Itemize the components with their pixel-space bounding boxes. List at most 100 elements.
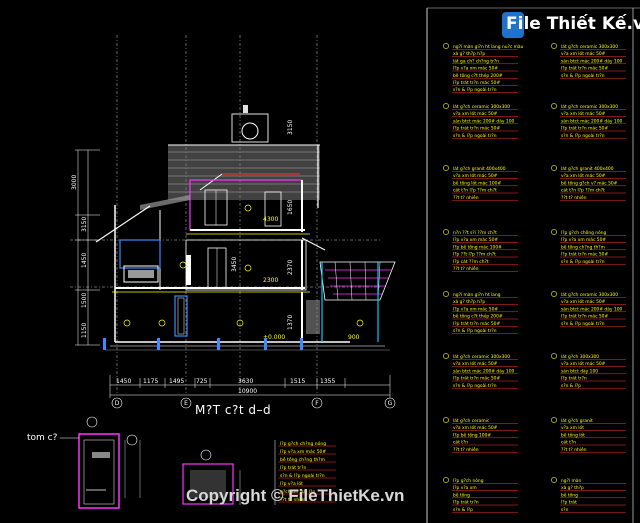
note-line: v?a xm lót mác 50# (561, 360, 606, 367)
note-line: bê tông lót mác 100# (453, 179, 501, 186)
note-line: s?n & l?p ngoài tr?n (453, 132, 497, 139)
dim-vertical: 2370 (287, 260, 294, 275)
note-line: bê tông c?t thép 200# (453, 313, 503, 320)
dim-horizontal: 1515 (290, 378, 305, 385)
note-line: sàn btct dày 100 (561, 367, 598, 374)
note-line: sàn btct mác 200# dày 100 (561, 117, 622, 124)
note-line: lát g?ch granit (561, 417, 593, 424)
note-line: lát g?ch granit 400x400 (453, 165, 506, 172)
note-line: ??t t? nhiên (453, 265, 479, 272)
note-line: v?a xm lót mác 50# (453, 424, 498, 431)
note-line: cát t?n l?p ??m ch?t (453, 187, 497, 194)
note-line: v?a xm lót mác 50# (561, 298, 606, 305)
note-bullet (551, 477, 557, 483)
note-line: sàn btct mác 200# dày 100 (453, 367, 514, 374)
note-bullet (443, 477, 449, 483)
dim-horizontal: 3630 (238, 378, 253, 385)
note-line: ng?i màn (561, 477, 581, 484)
ground-floor (105, 292, 390, 351)
dim-vertical: 3150 (287, 120, 294, 135)
note-bullet (443, 165, 449, 171)
detail-label: tom c? (27, 433, 58, 443)
note-line: l?p cát ??m ch?t (453, 258, 489, 265)
note-line: l?p trát tr?n mác 50# (561, 251, 608, 258)
bottom-note-line: l?p trát tr?n (280, 464, 306, 471)
dim-vertical: 1650 (287, 200, 294, 215)
left-dimensions (75, 149, 100, 346)
note-line: v?a xm lót mác 50# (561, 110, 606, 117)
section-title: M?T c?t d–d (195, 403, 272, 417)
note-line: l?p trát tr?n mác 50# (453, 79, 500, 86)
note-line: cát t?n (561, 439, 576, 446)
dim-vertical: 3450 (231, 257, 238, 272)
note-bullet (551, 229, 557, 235)
note-bullet (443, 417, 449, 423)
note-line: l?p v?a xm (453, 485, 477, 491)
note-line: bê tông lót (561, 431, 585, 438)
pergola (319, 261, 396, 342)
dim-vertical: 1370 (287, 315, 294, 330)
note-line: l?p trát tr?n mác 50# (561, 65, 608, 72)
note-line: sàn btct mác 200# dày 100 (453, 117, 514, 124)
note-line: l?p trát tr?n mác 50# (453, 125, 500, 132)
bottom-note-line: bê tông ch?ng th?m (280, 456, 325, 463)
dim-horizontal: 725 (196, 378, 208, 385)
note-line: ??t t? nhiên (453, 446, 479, 453)
note-line: s?n & l?p ngoài tr?n (561, 132, 605, 139)
note-line: l?p ??t l?p ??m ch?t (453, 252, 496, 258)
note-line: lát g?ch ceramic 300x300 (561, 103, 618, 110)
note-line: sàn btct mác 200# dày 100 (561, 57, 622, 64)
note-line: l?p bê tông 100# (453, 431, 491, 438)
note-line: lát g?ch ceramic 300x300 (561, 43, 618, 50)
note-line: s?n & l?p ngoài tr?n (453, 382, 497, 389)
note-line: v?a xm lót mác 50# (453, 110, 498, 117)
bottom-note-line: l?p g?ch ch?ng nóng (280, 440, 326, 447)
note-line: n?n ??t s?i ??m ch?t (453, 230, 497, 236)
note-line: s?n & l?p ngoài tr?n (561, 258, 605, 265)
dim-vertical: 1450 (81, 253, 88, 268)
dim-horizontal: 1355 (320, 378, 335, 385)
note-line: xà g? th?p h?p (453, 298, 485, 305)
logo-text: File Thiết Kế.vn (506, 14, 640, 34)
note-line: bê tông (561, 491, 578, 498)
note-line: v?a xm lót mác 50# (453, 360, 498, 367)
note-line: bê tông ch?ng th?m (561, 243, 605, 250)
note-line: lát g?ch ceramic 300x300 (453, 353, 510, 360)
note-bullet (551, 417, 557, 423)
note-line: l?p g?ch nóng (453, 477, 484, 484)
axis-label: E (184, 400, 188, 407)
note-bullet (443, 291, 449, 297)
note-line: l?p trát (561, 499, 577, 506)
note-line: l?p trát tr?n mác 50# (561, 125, 608, 132)
note-bullet (551, 103, 557, 109)
note-line: ng?i màn gi?n ht lang nu?c màu (453, 43, 524, 50)
note-line: s?n & l?p ngoài tr?n (453, 86, 497, 93)
note-line: s?n & l?p (561, 383, 581, 389)
cad-drawing: 4300 2300 ±0.000 900 3000 3150 1450 1500… (60, 7, 640, 523)
bottom-note-line: l?p v?a xm mác 50# (280, 448, 326, 455)
dim-horizontal: 1495 (169, 378, 184, 385)
note-bullet (443, 43, 449, 49)
note-line: v?a xm lót mác 50# (561, 172, 606, 179)
note-line: ??t t? nhiên (561, 194, 587, 201)
note-line: l?p bê tông mác 100# (453, 243, 502, 250)
note-line: lát g?ch 300x300 (561, 353, 599, 360)
note-line: ??t t? nhiên (561, 446, 587, 453)
bottom-note-line: s?n & l?p ngoài tr?n (280, 472, 325, 479)
note-line: l?p v?a xm mác 50# (453, 305, 498, 312)
note-bullet (551, 353, 557, 359)
note-line: bê tông c?t thép 200# (453, 72, 503, 79)
site-logo: File Thiết Kế.vn (502, 12, 640, 40)
note-line: lát g?ch ceramic (453, 417, 490, 424)
note-line: lát g?ch ceramic 300x300 (561, 291, 618, 298)
notes-panel: ng?i màn gi?n ht lang nu?c màu xà g? th?p… (443, 43, 626, 513)
axis-label: F (315, 400, 319, 407)
note-line: bê tông (453, 491, 470, 498)
grid-axis-lines (70, 35, 380, 395)
elevation-label: 900 (348, 334, 360, 341)
note-line: l?p trát tr?n mác 50# (453, 375, 500, 382)
note-line: v?a xm lót mác 50# (453, 172, 498, 179)
note-line: lát g?ch ceramic 300x300 (453, 103, 510, 110)
note-line: cát t?n (453, 439, 468, 446)
note-line: lát g?ch granit 400x400 (561, 165, 614, 172)
